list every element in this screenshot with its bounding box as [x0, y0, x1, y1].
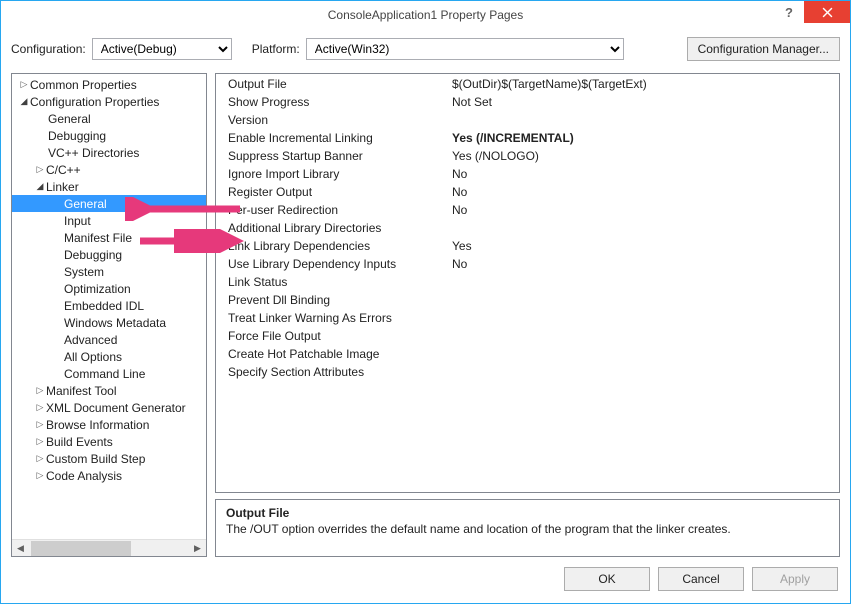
tree-linker-embedded-idl[interactable]: Embedded IDL	[12, 297, 206, 314]
property-row[interactable]: Force File Output	[216, 327, 839, 345]
tree-build-events[interactable]: ▷Build Events	[12, 433, 206, 450]
scrollbar-right-icon[interactable]: ▶	[189, 540, 206, 557]
tree-ccpp[interactable]: ▷C/C++	[12, 161, 206, 178]
property-value[interactable]: No	[446, 167, 839, 181]
property-row[interactable]: Ignore Import LibraryNo	[216, 165, 839, 183]
ok-button[interactable]: OK	[564, 567, 650, 591]
tree-linker-optimization[interactable]: Optimization	[12, 280, 206, 297]
tree-linker-system[interactable]: System	[12, 263, 206, 280]
property-name: Link Status	[216, 275, 446, 289]
tree-linker-all-options[interactable]: All Options	[12, 348, 206, 365]
property-name: Show Progress	[216, 95, 446, 109]
scrollbar-thumb[interactable]	[31, 541, 131, 556]
platform-select[interactable]: Active(Win32)	[306, 38, 624, 60]
property-value[interactable]: No	[446, 185, 839, 199]
property-value[interactable]: Yes (/INCREMENTAL)	[446, 131, 839, 145]
close-icon	[822, 7, 833, 18]
property-row[interactable]: Show ProgressNot Set	[216, 93, 839, 111]
property-row[interactable]: Use Library Dependency InputsNo	[216, 255, 839, 273]
tree-linker-manifest[interactable]: Manifest File	[12, 229, 206, 246]
property-row[interactable]: Additional Library Directories	[216, 219, 839, 237]
cancel-button[interactable]: Cancel	[658, 567, 744, 591]
tree-configuration-properties[interactable]: ◢Configuration Properties	[12, 93, 206, 110]
property-grid[interactable]: Output File$(OutDir)$(TargetName)$(Targe…	[215, 73, 840, 493]
property-row[interactable]: Register OutputNo	[216, 183, 839, 201]
property-row[interactable]: Output File$(OutDir)$(TargetName)$(Targe…	[216, 75, 839, 93]
property-name: Suppress Startup Banner	[216, 149, 446, 163]
nav-tree[interactable]: ▷Common Properties ◢Configuration Proper…	[11, 73, 207, 557]
description-text: The /OUT option overrides the default na…	[226, 522, 829, 536]
property-value[interactable]: Yes	[446, 239, 839, 253]
property-row[interactable]: Specify Section Attributes	[216, 363, 839, 381]
tree-common-properties[interactable]: ▷Common Properties	[12, 76, 206, 93]
tree-linker[interactable]: ◢Linker	[12, 178, 206, 195]
configuration-select[interactable]: Active(Debug)	[92, 38, 232, 60]
property-value[interactable]: Not Set	[446, 95, 839, 109]
dialog-buttons: OK Cancel Apply	[1, 567, 850, 603]
property-row[interactable]: Link Library DependenciesYes	[216, 237, 839, 255]
property-row[interactable]: Version	[216, 111, 839, 129]
tree-debugging[interactable]: Debugging	[12, 127, 206, 144]
property-name: Force File Output	[216, 329, 446, 343]
property-name: Link Library Dependencies	[216, 239, 446, 253]
window-title: ConsoleApplication1 Property Pages	[328, 8, 523, 22]
config-row: Configuration: Active(Debug) Platform: A…	[1, 29, 850, 73]
tree-vc-directories[interactable]: VC++ Directories	[12, 144, 206, 161]
window-buttons: ?	[774, 1, 850, 23]
property-name: Register Output	[216, 185, 446, 199]
description-title: Output File	[226, 506, 829, 520]
tree-linker-command-line[interactable]: Command Line	[12, 365, 206, 382]
property-value[interactable]: Yes (/NOLOGO)	[446, 149, 839, 163]
property-value[interactable]: $(OutDir)$(TargetName)$(TargetExt)	[446, 77, 839, 91]
property-name: Enable Incremental Linking	[216, 131, 446, 145]
property-name: Specify Section Attributes	[216, 365, 446, 379]
property-row[interactable]: Prevent Dll Binding	[216, 291, 839, 309]
close-button[interactable]	[804, 1, 850, 23]
property-row[interactable]: Create Hot Patchable Image	[216, 345, 839, 363]
tree-scrollbar[interactable]: ◀ ▶	[12, 539, 206, 556]
property-row[interactable]: Per-user RedirectionNo	[216, 201, 839, 219]
property-name: Create Hot Patchable Image	[216, 347, 446, 361]
property-row[interactable]: Suppress Startup BannerYes (/NOLOGO)	[216, 147, 839, 165]
property-name: Version	[216, 113, 446, 127]
property-value[interactable]: No	[446, 257, 839, 271]
property-name: Output File	[216, 77, 446, 91]
property-row[interactable]: Enable Incremental LinkingYes (/INCREMEN…	[216, 129, 839, 147]
tree-custom-build-step[interactable]: ▷Custom Build Step	[12, 450, 206, 467]
configuration-manager-button[interactable]: Configuration Manager...	[687, 37, 840, 61]
property-name: Per-user Redirection	[216, 203, 446, 217]
property-row[interactable]: Treat Linker Warning As Errors	[216, 309, 839, 327]
apply-button[interactable]: Apply	[752, 567, 838, 591]
property-row[interactable]: Link Status	[216, 273, 839, 291]
description-panel: Output File The /OUT option overrides th…	[215, 499, 840, 557]
property-name: Ignore Import Library	[216, 167, 446, 181]
scrollbar-left-icon[interactable]: ◀	[12, 540, 29, 557]
tree-linker-advanced[interactable]: Advanced	[12, 331, 206, 348]
property-name: Additional Library Directories	[216, 221, 446, 235]
property-name: Prevent Dll Binding	[216, 293, 446, 307]
tree-code-analysis[interactable]: ▷Code Analysis	[12, 467, 206, 484]
platform-label: Platform:	[252, 42, 300, 56]
titlebar: ConsoleApplication1 Property Pages ?	[1, 1, 850, 29]
tree-linker-general[interactable]: General	[12, 195, 206, 212]
tree-xml-doc-generator[interactable]: ▷XML Document Generator	[12, 399, 206, 416]
tree-linker-windows-metadata[interactable]: Windows Metadata	[12, 314, 206, 331]
tree-linker-debugging[interactable]: Debugging	[12, 246, 206, 263]
property-value[interactable]: No	[446, 203, 839, 217]
tree-browse-information[interactable]: ▷Browse Information	[12, 416, 206, 433]
tree-general[interactable]: General	[12, 110, 206, 127]
tree-linker-input[interactable]: Input	[12, 212, 206, 229]
tree-manifest-tool[interactable]: ▷Manifest Tool	[12, 382, 206, 399]
property-name: Use Library Dependency Inputs	[216, 257, 446, 271]
help-button[interactable]: ?	[774, 1, 804, 23]
configuration-label: Configuration:	[11, 42, 86, 56]
property-name: Treat Linker Warning As Errors	[216, 311, 446, 325]
